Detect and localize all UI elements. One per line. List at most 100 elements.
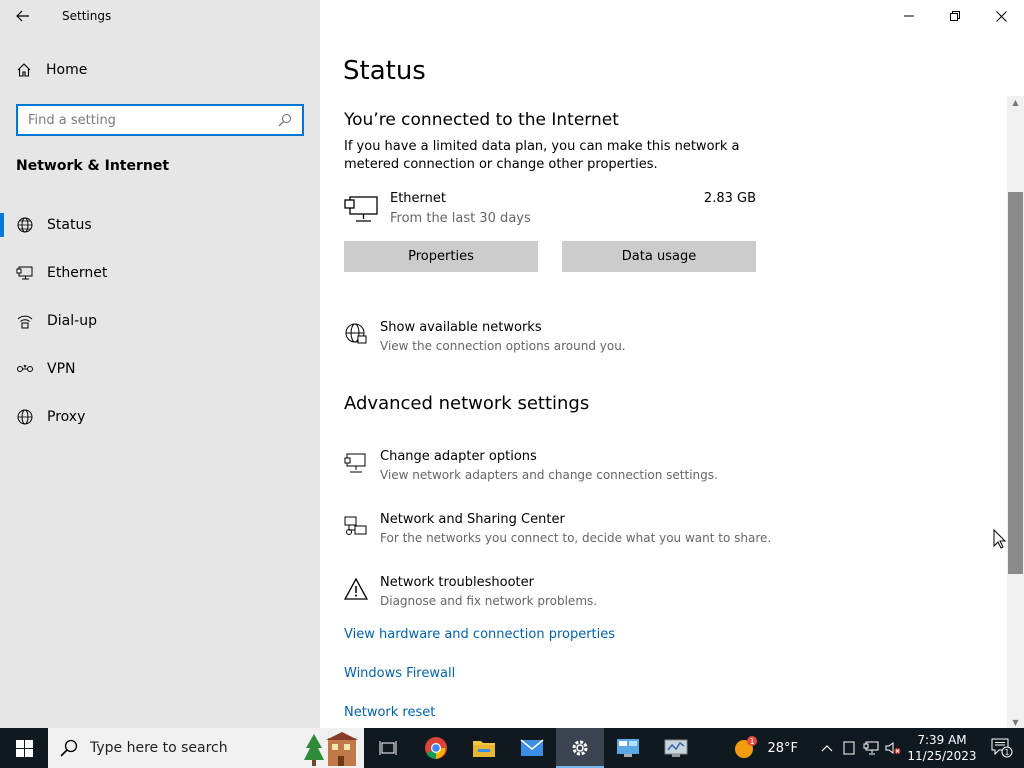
data-usage-button[interactable]: Data usage bbox=[562, 241, 756, 272]
clock-date: 11/25/2023 bbox=[907, 749, 977, 763]
vpn-icon bbox=[17, 364, 33, 372]
tablet-tray-button[interactable] bbox=[838, 741, 860, 755]
network-icon bbox=[863, 741, 879, 755]
sidebar-item-label: Dial-up bbox=[47, 313, 97, 329]
search-input[interactable] bbox=[28, 112, 268, 128]
connection-description: If you have a limited data plan, you can… bbox=[344, 139, 740, 172]
action-center-button[interactable]: 1 bbox=[980, 728, 1024, 768]
option-subtitle: Diagnose and fix network problems. bbox=[380, 594, 598, 608]
network-reset-link[interactable]: Network reset bbox=[344, 705, 435, 720]
ethernet-icon bbox=[16, 266, 33, 280]
volume-muted-icon bbox=[885, 742, 901, 754]
option-subtitle: View network adapters and change connect… bbox=[380, 468, 718, 482]
taskbar-search-text: Type here to search bbox=[90, 740, 228, 756]
windows-firewall-link[interactable]: Windows Firewall bbox=[344, 666, 455, 681]
network-period: From the last 30 days bbox=[390, 211, 531, 226]
scroll-up-arrow-icon[interactable]: ▲ bbox=[1007, 96, 1024, 108]
show-hidden-icons-button[interactable] bbox=[816, 744, 838, 752]
start-button[interactable] bbox=[0, 728, 48, 768]
back-button[interactable] bbox=[0, 0, 46, 32]
system-tool-taskbar-button[interactable] bbox=[652, 728, 700, 768]
folder-icon bbox=[473, 741, 495, 757]
home-link[interactable]: Home bbox=[16, 62, 87, 78]
mouse-cursor-icon bbox=[993, 529, 1007, 549]
ethernet-icon bbox=[344, 196, 378, 222]
title-bar: Settings bbox=[0, 0, 320, 32]
task-view-icon bbox=[379, 741, 397, 755]
mail-icon bbox=[520, 739, 544, 756]
sidebar: Settings Home Network & Internet Status … bbox=[0, 0, 320, 728]
sidebar-nav: Status Ethernet Dial-up VPN Proxy bbox=[0, 201, 320, 441]
taskbar-search-box[interactable]: Type here to search bbox=[48, 728, 364, 768]
properties-button[interactable]: Properties bbox=[344, 241, 538, 272]
sidebar-item-status[interactable]: Status bbox=[0, 201, 320, 249]
taskbar-clock[interactable]: 7:39 AM 11/25/2023 bbox=[904, 732, 980, 764]
chrome-icon bbox=[425, 737, 447, 759]
volume-tray-button[interactable] bbox=[882, 741, 904, 755]
network-sharing-center-option[interactable]: Network and Sharing Center For the netwo… bbox=[344, 512, 844, 552]
control-panel-icon bbox=[617, 739, 639, 757]
network-name: Ethernet bbox=[390, 191, 446, 206]
option-title: Network and Sharing Center bbox=[380, 512, 565, 527]
tray-icons bbox=[816, 741, 904, 755]
weather-widget[interactable]: 1 28°F bbox=[733, 735, 798, 761]
home-label: Home bbox=[46, 62, 88, 78]
clock-time: 7:39 AM bbox=[917, 733, 967, 747]
scroll-thumb[interactable] bbox=[1008, 192, 1023, 574]
warning-icon bbox=[344, 577, 368, 600]
globe-icon bbox=[17, 409, 33, 425]
network-usage-block: Ethernet From the last 30 days 2.83 GB bbox=[344, 190, 756, 230]
sidebar-item-label: Status bbox=[47, 217, 92, 233]
settings-search-box[interactable] bbox=[16, 104, 304, 136]
sidebar-item-ethernet[interactable]: Ethernet bbox=[0, 249, 320, 297]
tablet-icon bbox=[843, 741, 855, 755]
monitor-icon bbox=[344, 453, 366, 473]
option-title: Show available networks bbox=[380, 320, 542, 335]
advanced-settings-title: Advanced network settings bbox=[344, 393, 590, 414]
network-troubleshooter-option[interactable]: Network troubleshooter Diagnose and fix … bbox=[344, 575, 844, 615]
file-explorer-taskbar-button[interactable] bbox=[460, 728, 508, 768]
search-icon[interactable] bbox=[278, 113, 292, 127]
gear-icon bbox=[572, 740, 588, 756]
windows-logo-icon bbox=[15, 739, 33, 757]
sidebar-item-proxy[interactable]: Proxy bbox=[0, 393, 320, 441]
globe-icon bbox=[345, 323, 367, 344]
app-title: Settings bbox=[62, 9, 112, 23]
holiday-tree-icon bbox=[304, 732, 358, 766]
chrome-taskbar-button[interactable] bbox=[412, 728, 460, 768]
chevron-up-icon bbox=[821, 745, 833, 752]
sidebar-item-label: Proxy bbox=[47, 409, 86, 425]
view-hardware-properties-link[interactable]: View hardware and connection properties bbox=[344, 627, 615, 642]
mail-taskbar-button[interactable] bbox=[508, 728, 556, 768]
network-usage-amount: 2.83 GB bbox=[703, 191, 756, 206]
connection-status-title: You’re connected to the Internet bbox=[344, 110, 619, 130]
task-view-button[interactable] bbox=[364, 728, 412, 768]
taskbar: Type here to search 1 28°F 7:39 AM 11/25… bbox=[0, 728, 1024, 768]
weather-sun-icon: 1 bbox=[735, 736, 758, 758]
search-icon bbox=[60, 739, 78, 757]
dial-up-icon bbox=[17, 315, 33, 329]
settings-taskbar-button[interactable] bbox=[556, 728, 604, 768]
sidebar-item-label: VPN bbox=[47, 361, 76, 377]
option-title: Change adapter options bbox=[380, 449, 537, 464]
sidebar-item-dial-up[interactable]: Dial-up bbox=[0, 297, 320, 345]
weather-temperature: 28°F bbox=[767, 740, 798, 756]
network-tray-button[interactable] bbox=[860, 741, 882, 755]
sidebar-item-label: Ethernet bbox=[47, 265, 108, 281]
show-available-networks-option[interactable]: Show available networks View the connect… bbox=[344, 320, 844, 360]
option-subtitle: For the networks you connect to, decide … bbox=[380, 531, 772, 545]
system-tray: 1 28°F 7:39 AM 11/25/2023 1 bbox=[733, 728, 1024, 768]
change-adapter-options[interactable]: Change adapter options View network adap… bbox=[344, 449, 844, 489]
notification-icon: 1 bbox=[991, 738, 1013, 758]
main-content: Status You’re connected to the Internet … bbox=[320, 0, 1024, 728]
control-panel-taskbar-button[interactable] bbox=[604, 728, 652, 768]
back-arrow-icon bbox=[16, 10, 29, 22]
option-title: Network troubleshooter bbox=[380, 575, 534, 590]
main-scrollbar[interactable]: ▲ ▼ bbox=[1007, 96, 1024, 728]
sidebar-item-vpn[interactable]: VPN bbox=[0, 345, 320, 393]
weather-badge: 1 bbox=[750, 737, 755, 746]
page-title: Status bbox=[343, 56, 426, 86]
notification-count: 1 bbox=[1005, 748, 1010, 757]
scroll-down-arrow-icon[interactable]: ▼ bbox=[1007, 716, 1024, 728]
monitor-tool-icon bbox=[664, 739, 688, 757]
